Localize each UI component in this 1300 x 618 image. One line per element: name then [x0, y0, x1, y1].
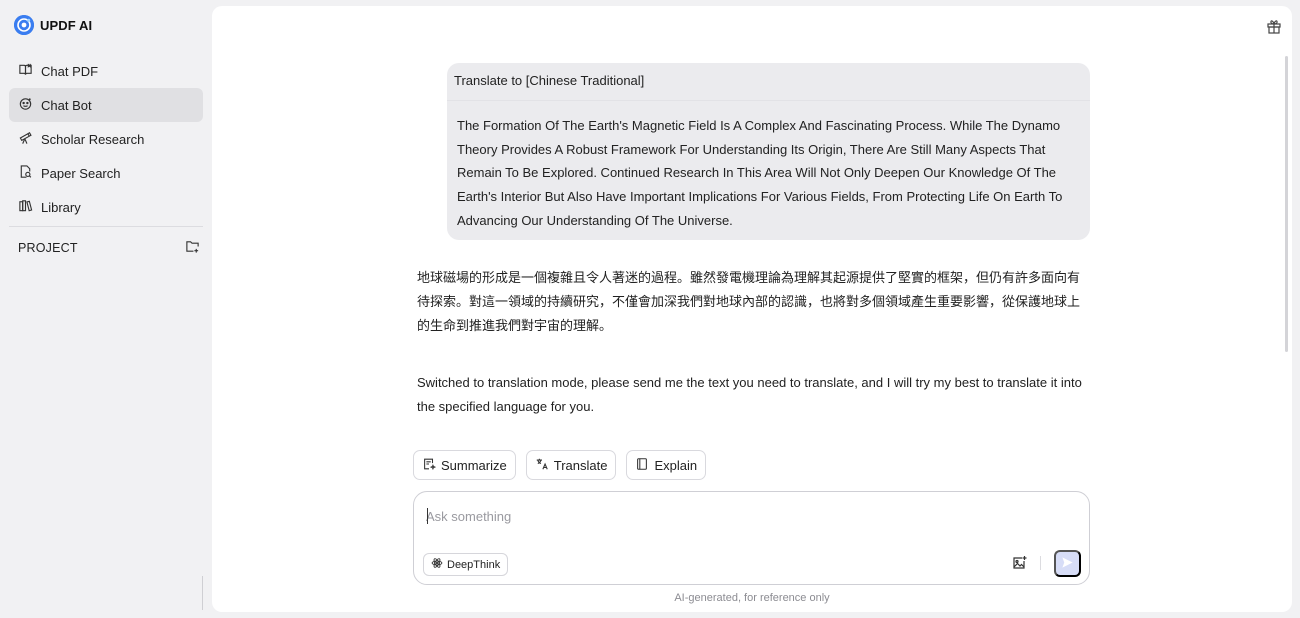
document-search-icon — [18, 164, 33, 182]
chat-scrollbar[interactable] — [1285, 56, 1288, 352]
sidebar-item-label: Scholar Research — [41, 131, 145, 147]
explain-label: Explain — [654, 457, 698, 473]
brand-name: UPDF AI — [40, 17, 93, 33]
sidebar: UPDF AI Chat PDF Chat Bot Scholar Resear… — [0, 0, 212, 618]
sidebar-item-chat-bot[interactable]: Chat Bot — [9, 88, 203, 122]
sidebar-divider — [9, 226, 203, 227]
ai-disclaimer: AI-generated, for reference only — [674, 592, 830, 604]
updf-logo-icon — [14, 15, 34, 35]
translate-icon — [535, 457, 549, 474]
library-icon — [18, 198, 33, 216]
image-upload-icon[interactable] — [1011, 555, 1027, 571]
composer-separator — [1040, 556, 1041, 570]
sidebar-item-chat-pdf[interactable]: Chat PDF — [9, 54, 203, 88]
project-label: PROJECT — [18, 241, 78, 255]
summarize-label: Summarize — [441, 457, 507, 473]
atom-icon — [431, 557, 443, 572]
quick-actions: Summarize Translate Explain — [413, 450, 707, 480]
brand[interactable]: UPDF AI — [14, 14, 92, 36]
new-folder-icon[interactable] — [185, 239, 200, 257]
user-message-header: Translate to [Chinese Traditional] — [447, 63, 1090, 101]
summarize-button[interactable]: Summarize — [413, 450, 516, 480]
user-message-bubble: Translate to [Chinese Traditional] The F… — [447, 63, 1090, 240]
text-caret — [427, 508, 428, 524]
telescope-icon — [18, 130, 33, 148]
send-button[interactable] — [1054, 550, 1081, 577]
user-message-body: The Formation Of The Earth's Magnetic Fi… — [457, 118, 1063, 228]
ask-input[interactable] — [426, 506, 1066, 526]
book-open-icon — [18, 62, 33, 80]
sidebar-resize-handle[interactable] — [202, 576, 203, 610]
explain-button[interactable]: Explain — [626, 450, 707, 480]
sidebar-item-label: Library — [41, 199, 81, 215]
sidebar-nav: Chat PDF Chat Bot Scholar Research Paper… — [9, 54, 203, 224]
ai-translation-message: 地球磁場的形成是一個複雜且令人著迷的過程。雖然發電機理論為理解其起源提供了堅實的… — [417, 270, 1081, 333]
send-icon — [1061, 556, 1074, 572]
sidebar-item-label: Chat PDF — [41, 63, 99, 79]
sidebar-item-paper-search[interactable]: Paper Search — [9, 156, 203, 190]
sidebar-item-scholar-research[interactable]: Scholar Research — [9, 122, 203, 156]
book-icon — [635, 457, 649, 474]
chat-panel: Translate to [Chinese Traditional] The F… — [212, 6, 1292, 612]
translate-label: Translate — [553, 457, 608, 473]
deepthink-toggle[interactable]: DeepThink — [423, 553, 509, 576]
sidebar-item-label: Paper Search — [41, 165, 121, 181]
deepthink-label: DeepThink — [447, 558, 501, 571]
sidebar-item-label: Chat Bot — [41, 97, 92, 113]
sidebar-item-library[interactable]: Library — [9, 190, 203, 224]
translate-button[interactable]: Translate — [525, 450, 617, 480]
gift-icon[interactable] — [1266, 18, 1282, 34]
bot-face-icon — [18, 96, 33, 114]
composer: DeepThink — [413, 491, 1090, 585]
summarize-icon — [422, 457, 437, 474]
ai-mode-message: Switched to translation mode, please sen… — [417, 375, 1082, 414]
project-section: PROJECT — [18, 238, 200, 258]
